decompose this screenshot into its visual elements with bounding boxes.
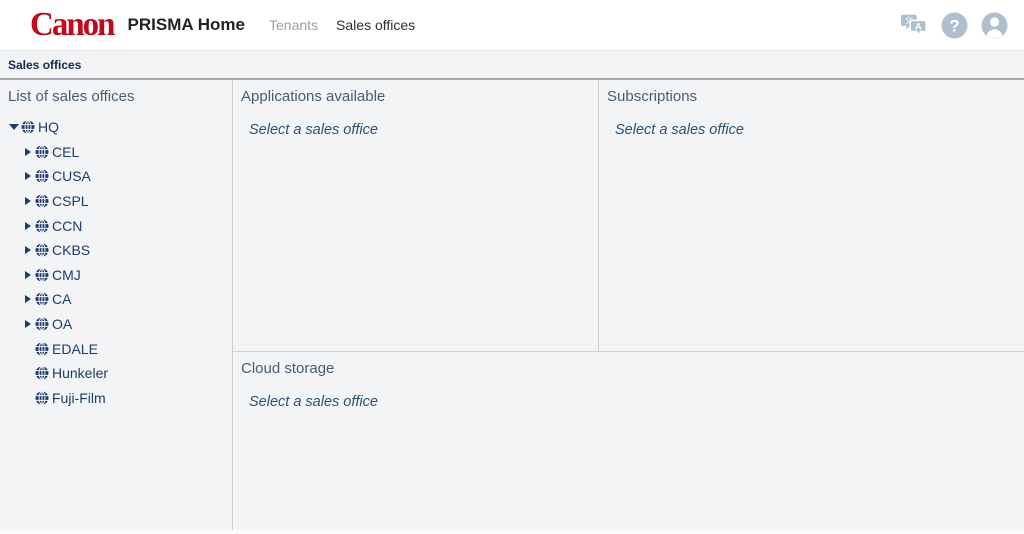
- tree-item-label: EDALE: [52, 341, 98, 357]
- detail-panels: Applications available Select a sales of…: [233, 80, 1024, 530]
- cloud-storage-placeholder: Select a sales office: [249, 394, 1024, 410]
- tree-item-ccn[interactable]: CCN: [0, 213, 232, 238]
- subscriptions-panel: Subscriptions Select a sales office: [599, 80, 1024, 352]
- page-breadcrumb-bar: Sales offices: [0, 50, 1024, 80]
- expander-spacer: [22, 367, 34, 379]
- globe-icon: [35, 268, 49, 282]
- expander-icon[interactable]: [22, 293, 34, 305]
- tree-item-label: CUSA: [52, 168, 91, 184]
- main-content: List of sales offices HQ CEL CUSA CSPL CCN CK…: [0, 80, 1024, 530]
- help-icon[interactable]: ?: [940, 11, 968, 39]
- cloud-storage-panel: Cloud storage Select a sales office: [233, 352, 1024, 530]
- tree-panel-title: List of sales offices: [0, 86, 232, 105]
- tree-item-label: Fuji-Film: [52, 390, 106, 406]
- nav-item-sales-offices[interactable]: Sales offices: [334, 13, 417, 37]
- tree-item-edale[interactable]: EDALE: [0, 336, 232, 361]
- tree-item-ca[interactable]: CA: [0, 287, 232, 312]
- subscriptions-placeholder: Select a sales office: [615, 122, 1024, 138]
- expander-spacer: [22, 392, 34, 404]
- globe-icon: [35, 391, 49, 405]
- expander-icon[interactable]: [22, 195, 34, 207]
- tree-item-label: CA: [52, 291, 71, 307]
- globe-icon: [35, 145, 49, 159]
- tree-item-oa[interactable]: OA: [0, 312, 232, 337]
- expander-spacer: [22, 343, 34, 355]
- globe-icon: [35, 366, 49, 380]
- expander-icon[interactable]: [22, 318, 34, 330]
- tree-item-cusa[interactable]: CUSA: [0, 164, 232, 189]
- cloud-storage-panel-title: Cloud storage: [233, 358, 1024, 377]
- svg-text:?: ?: [949, 16, 959, 35]
- globe-icon: [21, 120, 35, 134]
- expander-icon[interactable]: [22, 170, 34, 182]
- tree-item-ckbs[interactable]: CKBS: [0, 238, 232, 263]
- tree-item-label: CKBS: [52, 242, 90, 258]
- tree-item-cspl[interactable]: CSPL: [0, 189, 232, 214]
- tree-item-label: Hunkeler: [52, 365, 108, 381]
- translate-icon[interactable]: 文 A: [900, 11, 928, 39]
- globe-icon: [35, 342, 49, 356]
- tree-item-label: CEL: [52, 144, 79, 160]
- sales-offices-tree-panel: List of sales offices HQ CEL CUSA CSPL CCN CK…: [0, 80, 233, 530]
- tree-item-hunkeler[interactable]: Hunkeler: [0, 361, 232, 386]
- app-title: PRISMA Home: [128, 15, 245, 35]
- tree-item-fuji-film[interactable]: Fuji-Film: [0, 386, 232, 411]
- tree-item-cmj[interactable]: CMJ: [0, 263, 232, 288]
- app-header: Canon PRISMA Home Tenants Sales offices …: [0, 0, 1024, 50]
- applications-panel-title: Applications available: [233, 86, 598, 105]
- nav-item-tenants[interactable]: Tenants: [267, 13, 320, 37]
- expander-icon[interactable]: [22, 269, 34, 281]
- applications-panel: Applications available Select a sales of…: [233, 80, 599, 352]
- globe-icon: [35, 219, 49, 233]
- tree-item-cel[interactable]: CEL: [0, 140, 232, 165]
- sales-offices-tree: HQ CEL CUSA CSPL CCN CKBS CMJ CA OA EDALE Hunkeler…: [0, 115, 232, 410]
- expander-icon[interactable]: [22, 244, 34, 256]
- tree-item-label: HQ: [38, 119, 59, 135]
- tree-item-label: OA: [52, 316, 72, 332]
- header-icons: 文 A ?: [900, 11, 1008, 39]
- globe-icon: [35, 169, 49, 183]
- svg-text:A: A: [915, 21, 922, 31]
- globe-icon: [35, 317, 49, 331]
- tree-item-hq[interactable]: HQ: [0, 115, 232, 140]
- tree-item-label: CSPL: [52, 193, 89, 209]
- expander-icon[interactable]: [22, 220, 34, 232]
- globe-icon: [35, 243, 49, 257]
- expander-icon[interactable]: [8, 121, 20, 133]
- globe-icon: [35, 194, 49, 208]
- user-icon[interactable]: [980, 11, 1008, 39]
- subscriptions-panel-title: Subscriptions: [599, 86, 1024, 105]
- main-nav: Tenants Sales offices: [267, 13, 417, 37]
- tree-item-label: CCN: [52, 218, 82, 234]
- tree-item-label: CMJ: [52, 267, 81, 283]
- expander-icon[interactable]: [22, 146, 34, 158]
- applications-placeholder: Select a sales office: [249, 122, 598, 138]
- globe-icon: [35, 292, 49, 306]
- canon-logo[interactable]: Canon: [30, 8, 114, 42]
- page-title: Sales offices: [0, 58, 81, 72]
